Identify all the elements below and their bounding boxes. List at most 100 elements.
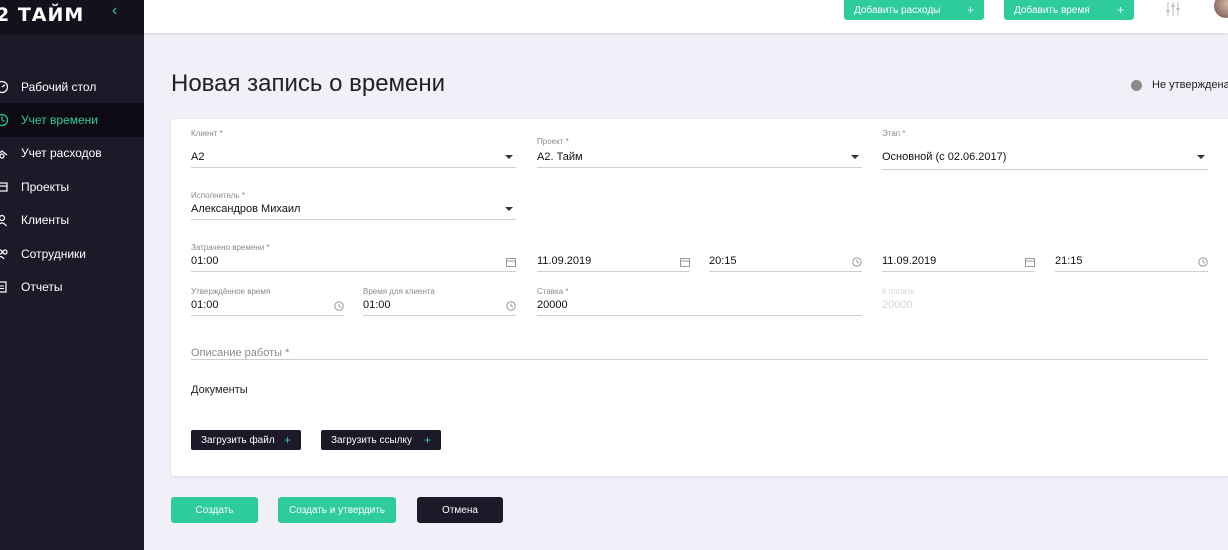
reports-icon: [0, 280, 9, 294]
underline: [191, 315, 344, 316]
project-value: А2. Тайм: [537, 151, 583, 163]
clients-icon: [0, 213, 9, 227]
to-pay-label: К оплате: [882, 287, 915, 296]
sidebar-item-reports[interactable]: Отчеты: [0, 270, 144, 303]
plus-icon: +: [966, 3, 974, 17]
start-date-value: 11.09.2019: [537, 255, 592, 267]
projects-icon: [0, 180, 9, 194]
underline: [191, 167, 516, 168]
approved-time-value: 01:00: [191, 299, 219, 311]
documents-title: Документы: [191, 384, 248, 396]
sidebar-item-employees[interactable]: Сотрудники: [0, 237, 144, 270]
clock-icon[interactable]: [1198, 257, 1208, 267]
end-date-value: 11.09.2019: [882, 255, 937, 267]
dashboard-icon: [0, 80, 9, 94]
approval-status: Не утверждена: [1131, 79, 1228, 91]
add-expenses-button[interactable]: Добавить расходы +: [844, 0, 984, 20]
end-time-field[interactable]: 21:15: [1055, 243, 1208, 273]
chevron-left-icon[interactable]: ‹: [112, 2, 117, 20]
underline: [191, 359, 1208, 360]
rate-value: 20000: [537, 299, 568, 311]
underline: [882, 271, 1035, 272]
stage-select[interactable]: Этап * Основной (с 02.06.2017): [882, 129, 1208, 171]
to-pay-value: 20000: [882, 299, 913, 311]
sidebar-item-clients[interactable]: Клиенты: [0, 204, 144, 237]
to-pay-field: К оплате 20000: [882, 287, 1035, 317]
client-time-value: 01:00: [363, 299, 391, 311]
topbar: Добавить расходы + Добавить время +: [144, 0, 1228, 33]
upload-file-button[interactable]: Загрузить файл +: [191, 430, 301, 450]
add-time-label: Добавить время: [1014, 4, 1090, 16]
rate-label: Ставка *: [537, 287, 569, 296]
client-label: Клиент *: [191, 129, 223, 138]
underline: [882, 169, 1208, 170]
underline: [191, 271, 516, 272]
underline: [191, 219, 516, 220]
project-select[interactable]: Проект * А2. Тайм: [537, 137, 862, 169]
stage-label: Этап *: [882, 129, 906, 138]
client-select[interactable]: Клиент * А2: [191, 129, 516, 169]
sidebar-item-expenses[interactable]: Учет расходов: [0, 137, 144, 170]
plus-icon: +: [1116, 3, 1124, 17]
status-text: Не утверждена: [1152, 79, 1228, 91]
filter-sliders-icon[interactable]: [1164, 1, 1182, 17]
sidebar-item-dashboard[interactable]: Рабочий стол: [0, 70, 144, 103]
logo-area: 2 ТАЙМ ‹: [0, 0, 144, 34]
calendar-icon[interactable]: [680, 257, 690, 267]
create-button[interactable]: Создать: [171, 497, 258, 523]
project-label: Проект *: [537, 137, 569, 146]
underline: [537, 167, 862, 168]
description-placeholder: Описание работы *: [191, 347, 290, 359]
executor-select[interactable]: Исполнитель * Александров Михаил: [191, 191, 516, 221]
sidebar-item-label: Клиенты: [21, 213, 70, 228]
rate-field[interactable]: Ставка * 20000: [537, 287, 862, 317]
approved-time-label: Утверждённое время: [191, 287, 271, 296]
start-time-value: 20:15: [709, 255, 737, 267]
app-logo: 2 ТАЙМ: [0, 4, 85, 26]
client-time-field[interactable]: Время для клиента 01:00: [363, 287, 516, 317]
user-avatar[interactable]: [1214, 0, 1228, 18]
calendar-icon[interactable]: [1025, 257, 1035, 267]
add-time-button[interactable]: Добавить время +: [1004, 0, 1134, 20]
upload-link-button[interactable]: Загрузить ссылку +: [321, 430, 441, 450]
sidebar-item-label: Учет времени: [21, 113, 98, 128]
status-dot-icon: [1131, 79, 1142, 91]
approved-time-field[interactable]: Утверждённое время 01:00: [191, 287, 344, 317]
add-expenses-label: Добавить расходы: [854, 4, 941, 16]
clock-icon[interactable]: [334, 301, 344, 311]
client-time-label: Время для клиента: [363, 287, 435, 296]
sidebar-item-projects[interactable]: Проекты: [0, 170, 144, 203]
underline: [709, 271, 862, 272]
create-and-approve-button[interactable]: Создать и утвердить: [278, 497, 396, 523]
time-spent-label: Затрачено времени *: [191, 243, 270, 252]
client-value: А2: [191, 151, 205, 163]
users-icon: [0, 247, 9, 261]
plus-icon: +: [283, 433, 291, 447]
end-date-field[interactable]: 11.09.2019: [882, 243, 1035, 273]
start-time-field[interactable]: 20:15: [709, 243, 862, 273]
underline: [363, 315, 516, 316]
upload-file-label: Загрузить файл: [201, 434, 275, 446]
sidebar-item-label: Учет расходов: [21, 146, 102, 161]
cancel-button[interactable]: Отмена: [417, 497, 503, 523]
page-title: Новая запись о времени: [171, 70, 446, 97]
underline: [1055, 271, 1208, 272]
plus-icon: +: [423, 433, 431, 447]
dropdown-caret-icon: [505, 155, 513, 159]
executor-value: Александров Михаил: [191, 203, 301, 215]
start-date-field[interactable]: 11.09.2019: [537, 243, 690, 273]
clock-icon[interactable]: [506, 301, 516, 311]
clock-icon[interactable]: [852, 257, 862, 267]
description-field[interactable]: Описание работы *: [191, 343, 1208, 363]
stage-value: Основной (с 02.06.2017): [882, 151, 1007, 163]
time-spent-field[interactable]: Затрачено времени * 01:00: [191, 243, 516, 273]
dropdown-caret-icon: [505, 207, 513, 211]
sidebar-item-label: Рабочий стол: [21, 79, 97, 94]
upload-link-label: Загрузить ссылку: [331, 434, 412, 446]
underline: [537, 315, 862, 316]
sidebar-item-label: Проекты: [21, 179, 70, 194]
calendar-icon[interactable]: [506, 257, 516, 267]
executor-label: Исполнитель *: [191, 191, 245, 200]
sidebar-item-time-tracking[interactable]: Учет времени: [0, 103, 144, 137]
time-spent-value: 01:00: [191, 255, 219, 267]
